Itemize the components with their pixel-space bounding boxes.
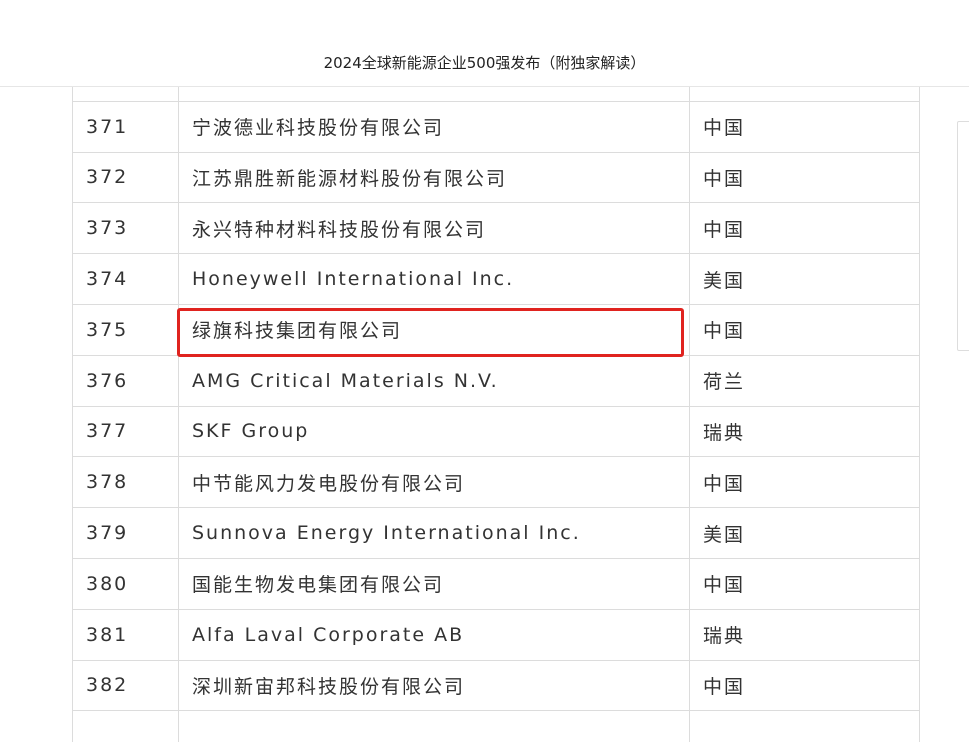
table-row: 376 AMG Critical Materials N.V. 荷兰 <box>72 354 920 407</box>
table-row: 378 中节能风力发电股份有限公司 中国 <box>72 456 920 509</box>
country-cell: 中国 <box>689 151 920 204</box>
rank-cell: 371 <box>72 100 179 153</box>
table-row: 374 Honeywell International Inc. 美国 <box>72 253 920 305</box>
rank-cell: 377 <box>72 405 179 458</box>
company-cell: 深圳新宙邦科技股份有限公司 <box>178 659 690 712</box>
company-cell: 永兴特种材料科技股份有限公司 <box>178 202 690 255</box>
country-cell <box>689 710 920 742</box>
table-row <box>72 710 920 742</box>
country-cell: 中国 <box>689 456 920 509</box>
country-cell: 美国 <box>689 253 920 305</box>
company-cell: Alfa Laval Corporate AB <box>178 608 690 661</box>
side-toolbar[interactable] <box>957 121 969 351</box>
rank-cell: 379 <box>72 507 179 559</box>
company-cell: 国能生物发电集团有限公司 <box>178 557 690 610</box>
ranking-table-container: 370 371 宁波德业科技股份有限公司 中国 372 江苏鼎胜新能源材料股份有… <box>72 50 920 742</box>
company-cell <box>178 710 690 742</box>
table-row: 372 江苏鼎胜新能源材料股份有限公司 中国 <box>72 151 920 204</box>
table-row: 377 SKF Group 瑞典 <box>72 405 920 458</box>
ranking-table: 370 371 宁波德业科技股份有限公司 中国 372 江苏鼎胜新能源材料股份有… <box>72 50 920 742</box>
rank-cell: 381 <box>72 608 179 661</box>
country-cell: 中国 <box>689 202 920 255</box>
company-cell: SKF Group <box>178 405 690 458</box>
table-row: 379 Sunnova Energy International Inc. 美国 <box>72 507 920 559</box>
table-row: 371 宁波德业科技股份有限公司 中国 <box>72 100 920 153</box>
table-row: 382 深圳新宙邦科技股份有限公司 中国 <box>72 659 920 712</box>
country-cell: 中国 <box>689 557 920 610</box>
company-cell: Sunnova Energy International Inc. <box>178 507 690 559</box>
company-cell: 中节能风力发电股份有限公司 <box>178 456 690 509</box>
table-row-highlighted: 375 绿旗科技集团有限公司 中国 <box>72 303 920 356</box>
country-cell: 中国 <box>689 303 920 356</box>
rank-cell: 373 <box>72 202 179 255</box>
country-cell: 美国 <box>689 507 920 559</box>
company-cell: 宁波德业科技股份有限公司 <box>178 100 690 153</box>
company-cell: Honeywell International Inc. <box>178 253 690 305</box>
rank-cell: 378 <box>72 456 179 509</box>
page-header: 2024全球新能源企业500强发布（附独家解读） <box>0 0 969 87</box>
article-page: 370 371 宁波德业科技股份有限公司 中国 372 江苏鼎胜新能源材料股份有… <box>0 0 969 742</box>
country-cell: 瑞典 <box>689 608 920 661</box>
rank-cell: 372 <box>72 151 179 204</box>
page-title: 2024全球新能源企业500强发布（附独家解读） <box>323 54 646 72</box>
country-cell: 荷兰 <box>689 354 920 407</box>
rank-cell: 380 <box>72 557 179 610</box>
table-row: 381 Alfa Laval Corporate AB 瑞典 <box>72 608 920 661</box>
rank-cell: 382 <box>72 659 179 712</box>
company-cell: AMG Critical Materials N.V. <box>178 354 690 407</box>
country-cell: 中国 <box>689 100 920 153</box>
company-cell: 江苏鼎胜新能源材料股份有限公司 <box>178 151 690 204</box>
rank-cell <box>72 710 179 742</box>
country-cell: 瑞典 <box>689 405 920 458</box>
table-row: 380 国能生物发电集团有限公司 中国 <box>72 557 920 610</box>
rank-cell: 376 <box>72 354 179 407</box>
rank-cell: 374 <box>72 253 179 305</box>
company-cell: 绿旗科技集团有限公司 <box>178 303 690 356</box>
rank-cell: 375 <box>72 303 179 356</box>
table-row: 373 永兴特种材料科技股份有限公司 中国 <box>72 202 920 255</box>
country-cell: 中国 <box>689 659 920 712</box>
